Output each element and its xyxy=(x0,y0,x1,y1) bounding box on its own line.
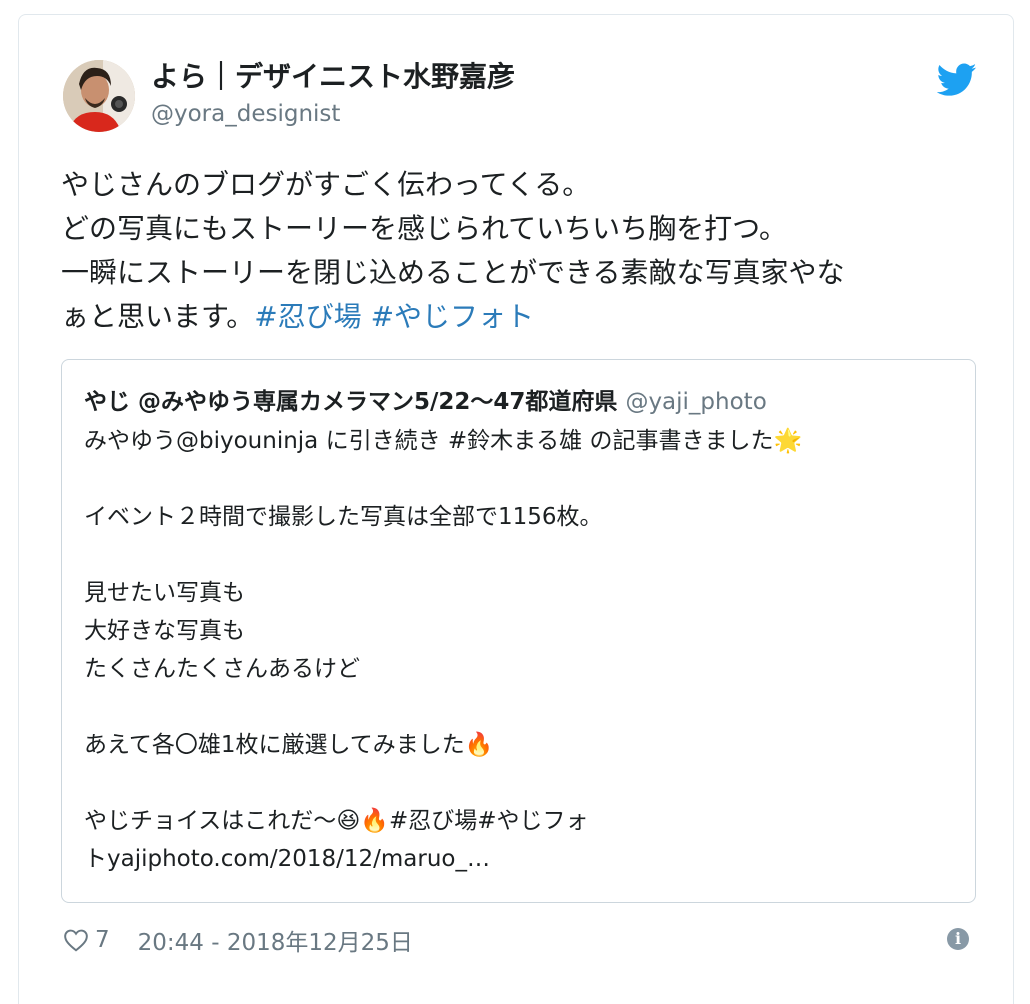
quoted-line: あえて各〇雄1枚に厳選してみました🔥 xyxy=(84,726,802,764)
quoted-line: トyajiphoto.com/2018/12/maruo_… xyxy=(84,846,491,872)
heart-icon[interactable] xyxy=(63,928,89,952)
twitter-bird-icon[interactable] xyxy=(937,63,977,97)
quoted-line-text: あえて各〇雄1枚に厳選してみました xyxy=(84,732,465,758)
hashtag-link[interactable]: #やじフォト xyxy=(371,300,534,333)
laughing-emoji-icon: 😆 xyxy=(336,808,361,834)
quoted-line-text: #忍び場#やじフォ xyxy=(388,808,589,834)
like-count[interactable]: 7 xyxy=(95,927,110,953)
quoted-line: 大好きな写真も xyxy=(84,618,245,644)
tweet-footer: 7 20:44 - 2018年12月25日 xyxy=(63,923,413,957)
hashtag-link[interactable]: #忍び場 xyxy=(254,300,361,333)
tweet-line: 一瞬にストーリーを閉じ込めることができる素敵な写真家やな xyxy=(61,256,845,289)
fire-emoji-icon: 🔥 xyxy=(360,808,389,834)
author-handle[interactable]: @yora_designist xyxy=(151,101,340,127)
author-name[interactable]: よら｜デザイニスト水野嘉彦 xyxy=(151,55,515,95)
quoted-line: やじチョイスはこれだ〜😆🔥#忍び場#やじフォ xyxy=(84,802,802,840)
quoted-author-name[interactable]: やじ @みやゆう専属カメラマン5/22〜47都道府県 xyxy=(84,389,617,415)
quoted-line: イベント２時間で撮影した写真は全部で1156枚。 xyxy=(84,504,603,530)
tweet-timestamp[interactable]: 20:44 - 2018年12月25日 xyxy=(138,923,413,957)
quoted-line: みやゆう@biyouninja に引き続き #鈴木まる雄 の記事書きました🌟 xyxy=(84,422,802,460)
fire-emoji-icon: 🔥 xyxy=(464,732,494,758)
quoted-line xyxy=(84,764,802,802)
tweet-line-text: ぁと思います。 xyxy=(61,300,255,333)
quoted-line-text: みやゆう@biyouninja に引き続き #鈴木まる雄 の記事書きました xyxy=(84,428,774,454)
avatar[interactable] xyxy=(63,60,135,132)
quoted-tweet-header: やじ @みやゆう専属カメラマン5/22〜47都道府県 @yaji_photo xyxy=(84,382,767,416)
quoted-tweet-body: みやゆう@biyouninja に引き続き #鈴木まる雄 の記事書きました🌟 イ… xyxy=(84,422,802,878)
quoted-author-handle[interactable]: @yaji_photo xyxy=(625,389,766,415)
tweet-line: どの写真にもストーリーを感じられていちいち胸を打つ。 xyxy=(61,212,788,245)
quoted-line-text: やじチョイスはこれだ〜 xyxy=(84,808,337,834)
info-icon[interactable]: i xyxy=(947,928,969,950)
quoted-line xyxy=(84,688,802,726)
quoted-line: 見せたい写真も xyxy=(84,580,245,606)
quoted-line xyxy=(84,536,802,574)
embedded-tweet-card[interactable]: よら｜デザイニスト水野嘉彦 @yora_designist やじさんのブログがす… xyxy=(18,14,1014,1004)
quoted-tweet[interactable]: やじ @みやゆう専属カメラマン5/22〜47都道府県 @yaji_photo みや… xyxy=(61,359,976,903)
star-emoji-icon: 🌟 xyxy=(773,428,803,454)
tweet-text: やじさんのブログがすごく伝わってくる。 どの写真にもストーリーを感じられていちい… xyxy=(61,163,981,339)
tweet-line: やじさんのブログがすごく伝わってくる。 xyxy=(61,168,591,201)
quoted-line: たくさんたくさんあるけど xyxy=(84,656,360,682)
tweet-line: ぁと思います。#忍び場 #やじフォト xyxy=(61,295,981,339)
quoted-line xyxy=(84,460,802,498)
